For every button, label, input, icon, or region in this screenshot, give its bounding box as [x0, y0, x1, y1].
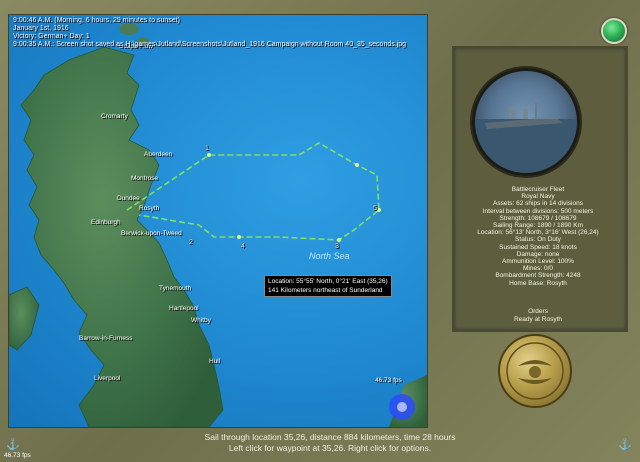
landmass-britain [20, 46, 224, 427]
end-turn-button[interactable] [601, 18, 627, 44]
town-label[interactable]: Cromarty [101, 113, 128, 120]
anchor-icon[interactable]: ⚓ [6, 438, 20, 451]
waypoint-marker [237, 235, 241, 239]
waypoint-number: 3 [335, 243, 339, 250]
status-lines: 9:00:46 A.M. (Morning, 6 hours, 29 minut… [13, 17, 406, 49]
fleet-glow-core [397, 402, 407, 412]
unit-info: Battlecruiser Fleet Royal Navy Assets: 6… [454, 186, 622, 287]
royal-navy-emblem-icon [498, 334, 572, 408]
status-screenshot-note: 9:00:35 A.M.: Screen shot saved as H:\ga… [13, 41, 407, 48]
town-label[interactable]: Edinburgh [91, 219, 121, 226]
tooltip-line-location: Location: 55°55' North, 0°21' East (35,2… [268, 278, 388, 285]
unit-assets: Assets: 62 ships in 14 divisions [493, 200, 583, 208]
unit-status: Status: On Duty [515, 236, 561, 244]
battlecruiser-image [475, 71, 577, 173]
town-label[interactable]: Hull [209, 358, 220, 365]
map-graphics [9, 23, 427, 427]
unit-bombardment: Bombardment Strength: 4248 [495, 272, 581, 280]
tooltip-line-distance: 141 Kilometers northeast of Sunderland [268, 287, 383, 294]
unit-damage: Damage: none [516, 250, 560, 258]
bottom-line-route: Sail through location 35,26, distance 88… [204, 432, 456, 442]
orders-text: Ready at Rosyth [513, 316, 563, 323]
unit-ammo: Ammunition Level: 100% [502, 258, 574, 266]
periscope-view [472, 68, 580, 176]
location-tooltip: Location: 55°55' North, 0°21' East (35,2… [264, 275, 392, 297]
unit-strength: Strength: 108679 / 108679 [499, 214, 577, 222]
waypoint-number: 2 [189, 239, 193, 246]
waypoint-marker [377, 208, 381, 212]
strategic-map[interactable]: 9:00:46 A.M. (Morning, 6 hours, 29 minut… [8, 14, 428, 428]
bottom-fps: 46.73 fps [4, 452, 31, 459]
unit-name: Battlecruiser Fleet [511, 186, 565, 193]
orders-block[interactable]: Orders Ready at Rosyth [454, 308, 622, 324]
town-label[interactable]: Aberdeen [144, 151, 172, 158]
waypoint-marker [207, 153, 211, 157]
status-time: 9:00:46 A.M. (Morning, 6 hours, 29 minut… [13, 17, 180, 24]
waypoint-number: 4 [241, 243, 245, 250]
town-label[interactable]: Hartlepool [169, 305, 199, 312]
anchor-icon[interactable]: ⚓ [618, 438, 632, 451]
unit-mines: Mines: 0/0 [523, 265, 553, 273]
landmass-ireland [9, 286, 40, 351]
bottom-line-hint: Left click for waypoint at 35,26. Right … [228, 443, 432, 453]
status-victory: Victory: German+ Day: 1 [13, 33, 90, 40]
unit-home-base: Home Base: Rosyth [509, 279, 567, 287]
town-label[interactable]: Dundee [117, 195, 140, 202]
town-label[interactable]: Berwick-upon-Tweed [121, 230, 182, 237]
town-label[interactable]: Tynemouth [159, 285, 191, 292]
bottom-message: Sail through location 35,26, distance 88… [120, 432, 540, 454]
town-label[interactable]: Whitby [191, 317, 211, 324]
unit-navy: Royal Navy [521, 193, 555, 201]
sea-label: North Sea [309, 251, 350, 261]
town-label[interactable]: Barrow-in-Furness [79, 335, 132, 342]
waypoint-marker [355, 163, 359, 167]
town-label[interactable]: Montrose [131, 175, 158, 182]
unit-location: Location: 56°13' North, 3°16' West (26,2… [477, 229, 599, 237]
waypoint-marker [337, 238, 341, 242]
waypoint-number: 5 [373, 205, 377, 212]
emblem-graphic [506, 342, 564, 400]
town-label[interactable]: Liverpool [94, 375, 120, 382]
unit-speed: Sustained Speed: 18 knots [499, 243, 577, 251]
orders-title: Orders [528, 308, 548, 315]
unit-interval: Interval between divisions: 500 meters [482, 207, 594, 215]
town-label[interactable]: Rosyth [139, 205, 159, 212]
waypoint-number: 1 [205, 145, 209, 152]
status-date: January 1st, 1916 [13, 25, 69, 32]
map-fps: 46.73 fps [375, 377, 402, 384]
